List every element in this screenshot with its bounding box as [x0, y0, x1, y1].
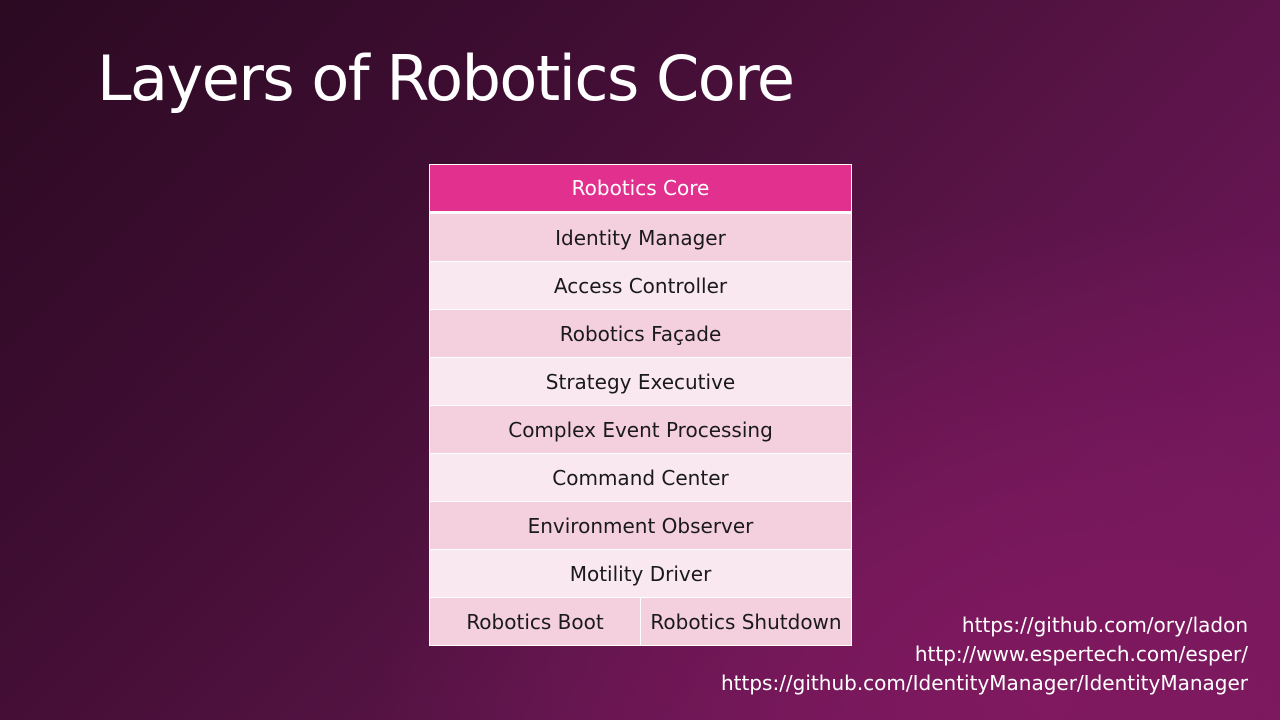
layers-table: Robotics Core Identity Manager Access Co…	[429, 164, 852, 646]
layer-access-controller: Access Controller	[429, 261, 852, 310]
layer-identity-manager: Identity Manager	[429, 212, 852, 262]
slide-title: Layers of Robotics Core	[97, 42, 795, 115]
layer-strategy-executive: Strategy Executive	[429, 357, 852, 406]
layer-robotics-boot: Robotics Boot	[429, 597, 641, 646]
layer-robotics-facade: Robotics Façade	[429, 309, 852, 358]
layer-complex-event-processing: Complex Event Processing	[429, 405, 852, 454]
link-identity-manager[interactable]: https://github.com/IdentityManager/Ident…	[721, 669, 1248, 698]
link-esper[interactable]: http://www.espertech.com/esper/	[721, 640, 1248, 669]
layer-command-center: Command Center	[429, 453, 852, 502]
table-row: Complex Event Processing	[429, 405, 852, 454]
table-header-row: Robotics Core	[429, 164, 852, 214]
link-ladon[interactable]: https://github.com/ory/ladon	[721, 611, 1248, 640]
table-header-cell: Robotics Core	[429, 164, 852, 214]
table-row: Environment Observer	[429, 501, 852, 550]
layer-environment-observer: Environment Observer	[429, 501, 852, 550]
table-row: Strategy Executive	[429, 357, 852, 406]
table-row: Command Center	[429, 453, 852, 502]
table-row: Identity Manager	[429, 212, 852, 262]
table-row: Access Controller	[429, 261, 852, 310]
table-row: Robotics Façade	[429, 309, 852, 358]
table-row: Motility Driver	[429, 549, 852, 598]
reference-links: https://github.com/ory/ladon http://www.…	[721, 611, 1248, 698]
layer-motility-driver: Motility Driver	[429, 549, 852, 598]
